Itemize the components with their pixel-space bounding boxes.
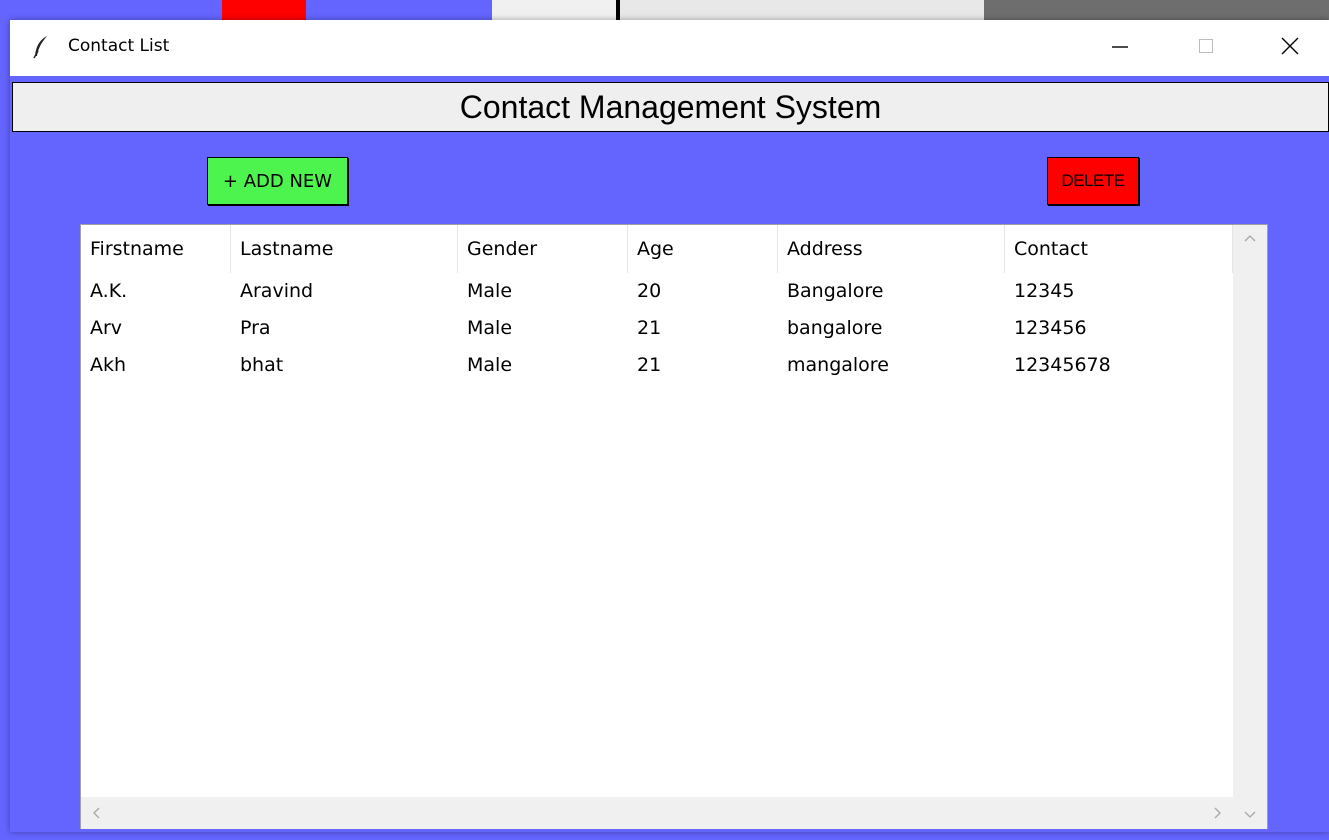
- vertical-scrollbar[interactable]: [1233, 225, 1267, 797]
- table-row[interactable]: A.K. Aravind Male 20 Bangalore 12345: [81, 273, 1233, 310]
- maximize-icon: [1196, 36, 1216, 61]
- cell-address: Bangalore: [787, 280, 884, 302]
- table-row[interactable]: Akh bhat Male 21 mangalore 12345678: [81, 347, 1233, 384]
- cell-firstname: Arv: [90, 317, 123, 339]
- background-window-strip: [984, 0, 1329, 22]
- cell-contact: 123456: [1014, 317, 1087, 339]
- column-header-firstname[interactable]: Firstname: [81, 225, 231, 273]
- column-header-lastname[interactable]: Lastname: [231, 225, 458, 273]
- cell-contact: 12345: [1014, 280, 1075, 302]
- close-icon: [1280, 36, 1300, 61]
- contact-list-window: Contact List Contact Management System +…: [10, 20, 1329, 832]
- cell-firstname: Akh: [90, 354, 127, 376]
- close-button[interactable]: [1260, 20, 1320, 76]
- header-banner: Contact Management System: [12, 82, 1329, 132]
- column-header-contact[interactable]: Contact: [1005, 225, 1233, 273]
- cell-age: 21: [637, 354, 662, 376]
- cell-lastname: Pra: [240, 317, 271, 339]
- cell-lastname: Aravind: [240, 280, 314, 302]
- contacts-table[interactable]: Firstname Lastname Gender Age Address Co…: [80, 224, 1268, 829]
- cell-address: mangalore: [787, 354, 889, 376]
- background-window-strip: [306, 0, 492, 22]
- background-window-strip: [492, 0, 616, 22]
- background-window-strip: [620, 0, 984, 22]
- scroll-right-icon[interactable]: [1213, 807, 1223, 823]
- column-header-age[interactable]: Age: [628, 225, 778, 273]
- maximize-button[interactable]: [1176, 20, 1236, 76]
- background-window-strip: [222, 0, 306, 22]
- cell-gender: Male: [467, 280, 513, 302]
- cell-age: 20: [637, 280, 662, 302]
- scrollbar-corner: [1233, 797, 1267, 829]
- cell-address: bangalore: [787, 317, 883, 339]
- horizontal-scrollbar[interactable]: [81, 797, 1233, 829]
- table-row[interactable]: Arv Pra Male 21 bangalore 123456: [81, 310, 1233, 347]
- feather-icon: [32, 35, 50, 59]
- column-header-address[interactable]: Address: [778, 225, 1005, 273]
- scroll-left-icon[interactable]: [91, 807, 101, 823]
- cell-age: 21: [637, 317, 662, 339]
- cell-gender: Male: [467, 354, 513, 376]
- scroll-down-icon[interactable]: [1244, 808, 1256, 824]
- page-title: Contact Management System: [459, 88, 882, 125]
- cell-lastname: bhat: [240, 354, 284, 376]
- table-body-area[interactable]: Firstname Lastname Gender Age Address Co…: [81, 225, 1233, 797]
- scroll-up-icon[interactable]: [1244, 231, 1256, 247]
- column-header-gender[interactable]: Gender: [458, 225, 628, 273]
- delete-button[interactable]: DELETE: [1047, 157, 1139, 205]
- cell-firstname: A.K.: [90, 280, 128, 302]
- cell-contact: 12345678: [1014, 354, 1111, 376]
- table-header: Firstname Lastname Gender Age Address Co…: [81, 225, 1233, 273]
- title-bar[interactable]: Contact List: [10, 20, 1329, 76]
- minimize-icon: [1110, 36, 1130, 61]
- add-new-button[interactable]: + ADD NEW: [207, 157, 348, 205]
- minimize-button[interactable]: [1090, 20, 1150, 76]
- cell-gender: Male: [467, 317, 513, 339]
- window-title: Contact List: [68, 36, 170, 56]
